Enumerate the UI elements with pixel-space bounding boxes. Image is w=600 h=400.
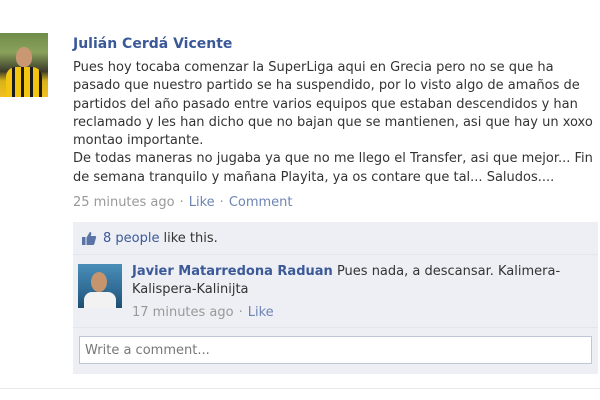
write-comment-input[interactable] xyxy=(79,336,592,364)
post-meta: 25 minutes ago · Like · Comment xyxy=(73,195,293,210)
separator: · xyxy=(238,304,243,320)
feedback-box: 8 people like this. Javier Matarredona R… xyxy=(73,222,598,374)
comment-composer xyxy=(73,328,598,374)
avatar-face xyxy=(91,272,107,292)
post-paragraph-2: De todas maneras no jugaba ya que no me … xyxy=(73,151,593,185)
separator: · xyxy=(179,195,184,210)
thumbs-up-icon xyxy=(82,231,97,245)
comment-link[interactable]: Comment xyxy=(229,195,293,210)
comment-timestamp[interactable]: 17 minutes ago xyxy=(132,305,234,320)
comment-like-link[interactable]: Like xyxy=(248,305,274,320)
comment-meta: 17 minutes ago · Like xyxy=(132,304,592,322)
avatar-face xyxy=(16,47,32,67)
likes-suffix: like this. xyxy=(163,230,218,246)
like-link[interactable]: Like xyxy=(189,195,215,210)
separator: · xyxy=(219,195,224,210)
post-paragraph-1: Pues hoy tocaba comenzar la SuperLiga aq… xyxy=(73,60,593,149)
post-author-name[interactable]: Julián Cerdá Vicente xyxy=(73,36,232,52)
avatar-shirt xyxy=(84,292,116,308)
post-author-avatar[interactable] xyxy=(0,33,48,97)
comment-author-name[interactable]: Javier Matarredona Raduan xyxy=(132,264,333,279)
comment-body: Javier Matarredona Raduan Pues nada, a d… xyxy=(132,263,592,322)
post-message: Pues hoy tocaba comenzar la SuperLiga aq… xyxy=(73,59,598,187)
divider xyxy=(0,388,600,389)
likes-summary: 8 people like this. xyxy=(73,222,598,255)
comment-item: Javier Matarredona Raduan Pues nada, a d… xyxy=(73,255,598,328)
comment-author-avatar[interactable] xyxy=(78,264,122,308)
post-timestamp[interactable]: 25 minutes ago xyxy=(73,195,175,210)
likes-people-link[interactable]: 8 people xyxy=(103,231,159,246)
avatar-jersey xyxy=(6,67,42,97)
